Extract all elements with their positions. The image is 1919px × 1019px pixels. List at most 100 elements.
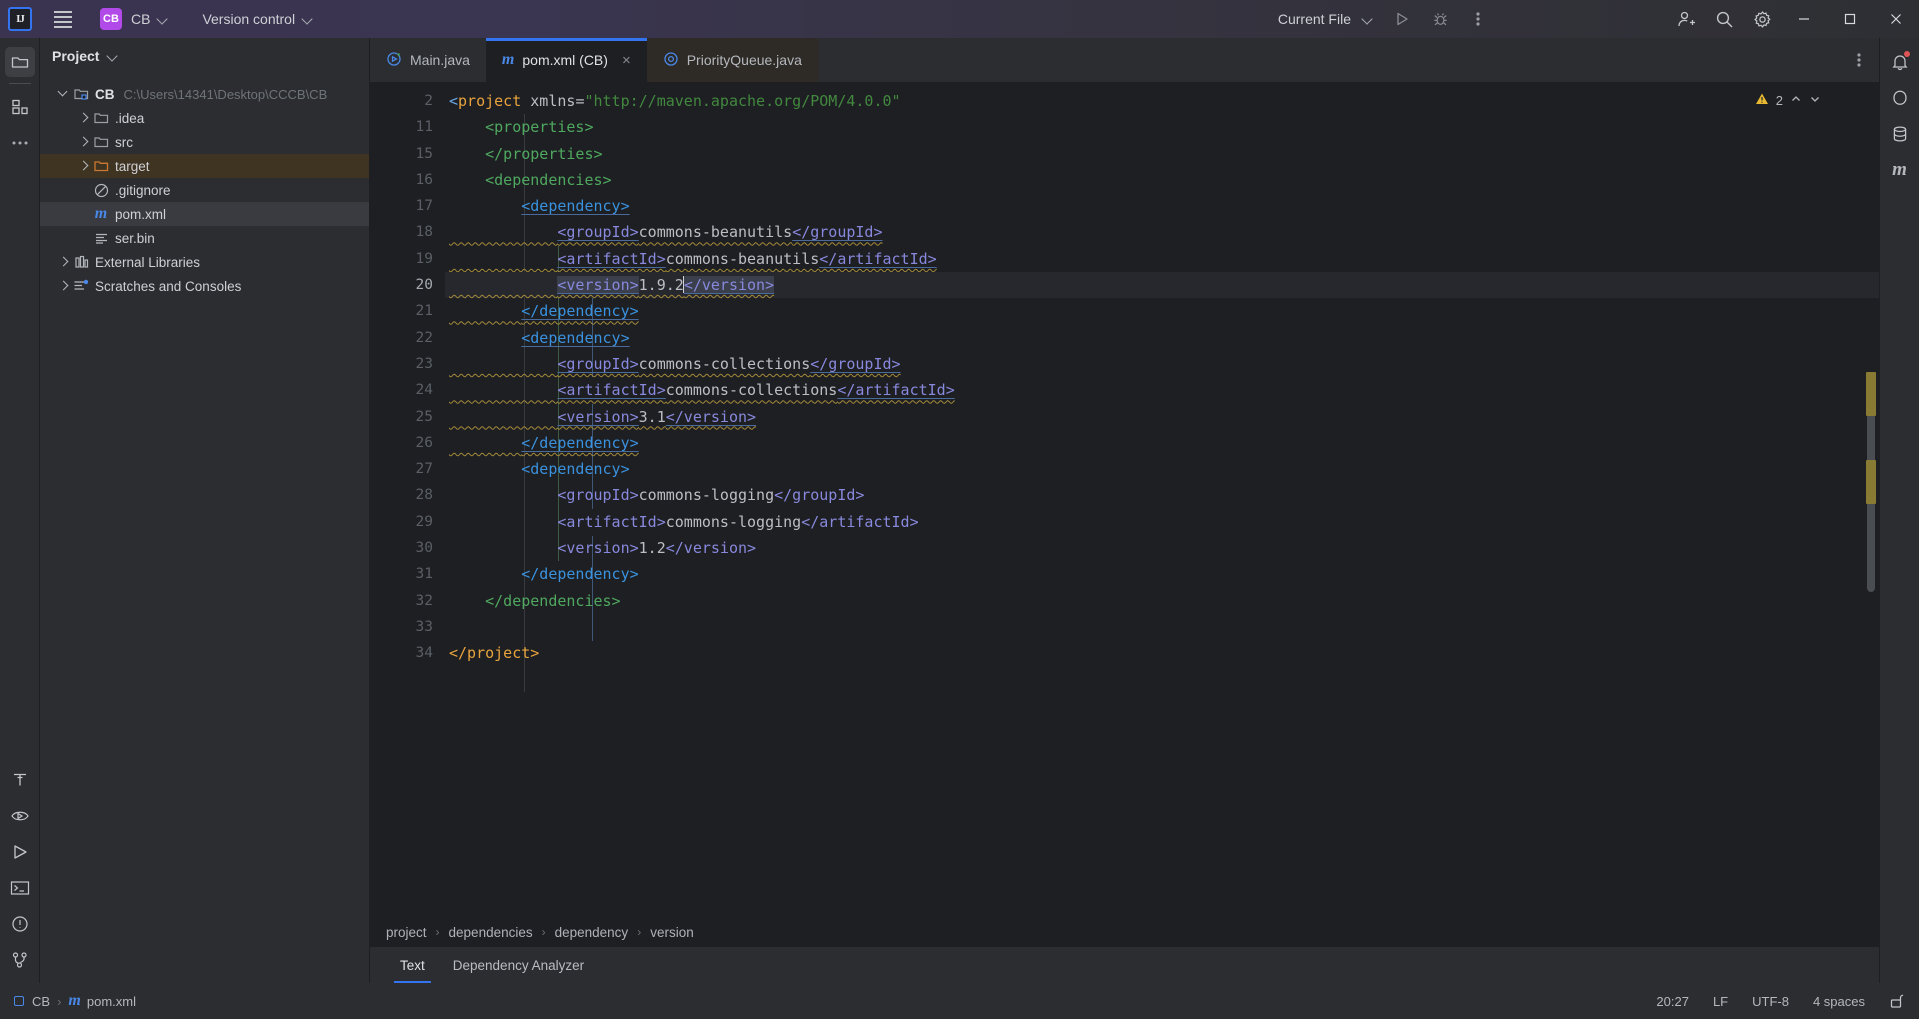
problems-icon[interactable] bbox=[5, 909, 35, 939]
chevron-down-icon[interactable] bbox=[56, 86, 72, 102]
line-number: 2 bbox=[424, 93, 433, 109]
run-icon[interactable] bbox=[1383, 0, 1421, 38]
chevron-right-icon[interactable] bbox=[56, 254, 72, 270]
commit-icon[interactable] bbox=[5, 92, 35, 122]
tree-item-pom-xml[interactable]: m pom.xml bbox=[40, 202, 369, 226]
ide-body: Project CB C:\Users\14341\Desktop\CCCB\C… bbox=[0, 38, 1919, 983]
editor-tab-pom-xml[interactable]: m pom.xml (CB) × bbox=[485, 38, 647, 82]
line-number: 15 bbox=[415, 145, 433, 162]
editor-tab-main-java[interactable]: Main.java bbox=[370, 38, 486, 82]
close-icon[interactable] bbox=[1873, 0, 1919, 38]
breadcrumb-separator: › bbox=[541, 925, 546, 939]
title-bar-left: IJ CB CB Version control bbox=[0, 2, 313, 36]
file-encoding[interactable]: UTF-8 bbox=[1752, 994, 1789, 1009]
breadcrumb-item-dependency[interactable]: dependency bbox=[555, 925, 629, 940]
code-line: <dependency> bbox=[521, 197, 630, 216]
breadcrumb-item-version[interactable]: version bbox=[650, 925, 694, 940]
line-number: 33 bbox=[415, 618, 433, 635]
editor-tab-label: pom.xml (CB) bbox=[522, 52, 608, 68]
libraries-icon bbox=[72, 255, 90, 269]
tree-item-idea[interactable]: .idea bbox=[40, 106, 369, 130]
tab-dependency-analyzer[interactable]: Dependency Analyzer bbox=[439, 947, 598, 983]
status-module-label[interactable]: CB bbox=[32, 994, 50, 1009]
tree-item-label: .gitignore bbox=[115, 182, 171, 198]
project-panel-title[interactable]: Project bbox=[40, 38, 369, 74]
coverage-icon[interactable] bbox=[5, 801, 35, 831]
search-icon[interactable] bbox=[1705, 0, 1743, 38]
chevron-down-icon[interactable] bbox=[1809, 93, 1821, 108]
line-separator[interactable]: LF bbox=[1713, 994, 1728, 1009]
debug-icon[interactable] bbox=[1421, 0, 1459, 38]
main-menu-icon[interactable] bbox=[46, 2, 80, 36]
run-config-chevron-down-icon[interactable] bbox=[1363, 14, 1373, 24]
tree-item-ser-bin[interactable]: ser.bin bbox=[40, 226, 369, 250]
warning-marker[interactable] bbox=[1866, 372, 1876, 416]
code-editor[interactable]: 2 11 15 16 17 18 19 20 21 22 23 24 25 26… bbox=[370, 82, 1879, 917]
run-icon[interactable] bbox=[5, 837, 35, 867]
version-control-chevron-down-icon[interactable] bbox=[303, 14, 313, 24]
breadcrumb-item-project[interactable]: project bbox=[386, 925, 427, 940]
warning-marker[interactable] bbox=[1866, 460, 1876, 504]
chevron-up-icon[interactable] bbox=[1790, 93, 1802, 108]
editor-tabs-more-vertical-icon[interactable] bbox=[1839, 38, 1879, 82]
editor-tab-priorityqueue-java[interactable]: PriorityQueue.java bbox=[646, 38, 818, 82]
code-text[interactable]: <project xmlns="http://maven.apache.org/… bbox=[445, 82, 1879, 917]
tree-item-scratches-and-consoles[interactable]: Scratches and Consoles bbox=[40, 274, 369, 298]
tree-item-label: Scratches and Consoles bbox=[95, 278, 242, 294]
tree-item-src[interactable]: src bbox=[40, 130, 369, 154]
build-icon[interactable] bbox=[5, 765, 35, 795]
minimize-icon[interactable] bbox=[1781, 0, 1827, 38]
code-line: </dependency> bbox=[521, 302, 639, 321]
ai-assistant-icon[interactable] bbox=[1885, 83, 1915, 113]
chevron-right-icon[interactable] bbox=[76, 134, 92, 150]
chevron-right-icon[interactable] bbox=[56, 278, 72, 294]
gear-icon[interactable] bbox=[1743, 0, 1781, 38]
code-line: <version>3.1</version> bbox=[557, 407, 757, 426]
title-bar-right: Current File bbox=[1278, 0, 1919, 38]
database-icon[interactable] bbox=[1885, 119, 1915, 149]
tree-item-label: ser.bin bbox=[115, 230, 155, 246]
status-separator: › bbox=[57, 993, 62, 1009]
tab-text-label: Text bbox=[400, 957, 425, 973]
ide-window: IJ CB CB Version control Current File Pr… bbox=[0, 0, 1919, 1019]
terminal-icon[interactable] bbox=[5, 873, 35, 903]
more-vertical-icon[interactable] bbox=[1459, 0, 1497, 38]
status-file-label[interactable]: pom.xml bbox=[87, 994, 136, 1009]
chevron-right-icon[interactable] bbox=[76, 110, 92, 126]
code-line: <groupId>commons-beanutils</groupId> bbox=[557, 223, 883, 242]
indent-setting[interactable]: 4 spaces bbox=[1813, 994, 1865, 1009]
caret-position[interactable]: 20:27 bbox=[1656, 994, 1689, 1009]
gitignore-icon bbox=[92, 183, 110, 198]
project-name-label[interactable]: CB bbox=[131, 11, 150, 27]
notifications-icon[interactable] bbox=[1885, 47, 1915, 77]
maximize-icon[interactable] bbox=[1827, 0, 1873, 38]
line-number-gutter[interactable]: 2 11 15 16 17 18 19 20 21 22 23 24 25 26… bbox=[370, 82, 445, 917]
project-icon[interactable] bbox=[4, 47, 35, 77]
maven-icon[interactable]: m bbox=[1885, 155, 1915, 185]
version-control-label[interactable]: Version control bbox=[202, 11, 295, 27]
project-avatar: CB bbox=[100, 8, 122, 30]
tree-item-module-cb[interactable]: CB C:\Users\14341\Desktop\CCCB\CB bbox=[40, 82, 369, 106]
java-class-icon bbox=[663, 51, 679, 70]
tree-item-gitignore[interactable]: .gitignore bbox=[40, 178, 369, 202]
inspection-widget[interactable]: 2 bbox=[1755, 92, 1821, 109]
breadcrumb-item-dependencies[interactable]: dependencies bbox=[449, 925, 533, 940]
status-bar-right: 20:27 LF UTF-8 4 spaces bbox=[1656, 993, 1905, 1009]
add-user-icon[interactable] bbox=[1667, 0, 1705, 38]
chevron-right-icon[interactable] bbox=[76, 158, 92, 174]
project-view-chevron-down-icon[interactable] bbox=[108, 51, 118, 61]
unlocked-icon[interactable] bbox=[1889, 993, 1905, 1009]
tree-item-external-libraries[interactable]: External Libraries bbox=[40, 250, 369, 274]
git-branch-icon[interactable] bbox=[5, 945, 35, 975]
close-tab-icon[interactable]: × bbox=[622, 52, 631, 69]
project-chevron-down-icon[interactable] bbox=[158, 14, 168, 24]
tab-text[interactable]: Text bbox=[386, 947, 439, 983]
run-configuration-selector[interactable]: Current File bbox=[1278, 11, 1351, 27]
line-number: 23 bbox=[415, 355, 433, 372]
title-bar: IJ CB CB Version control Current File bbox=[0, 0, 1919, 38]
tree-item-target[interactable]: target bbox=[40, 154, 369, 178]
code-line: </dependency> bbox=[521, 565, 639, 584]
more-tools-icon[interactable] bbox=[5, 128, 35, 158]
module-icon bbox=[14, 996, 24, 1006]
right-tool-rail: m bbox=[1879, 38, 1919, 983]
